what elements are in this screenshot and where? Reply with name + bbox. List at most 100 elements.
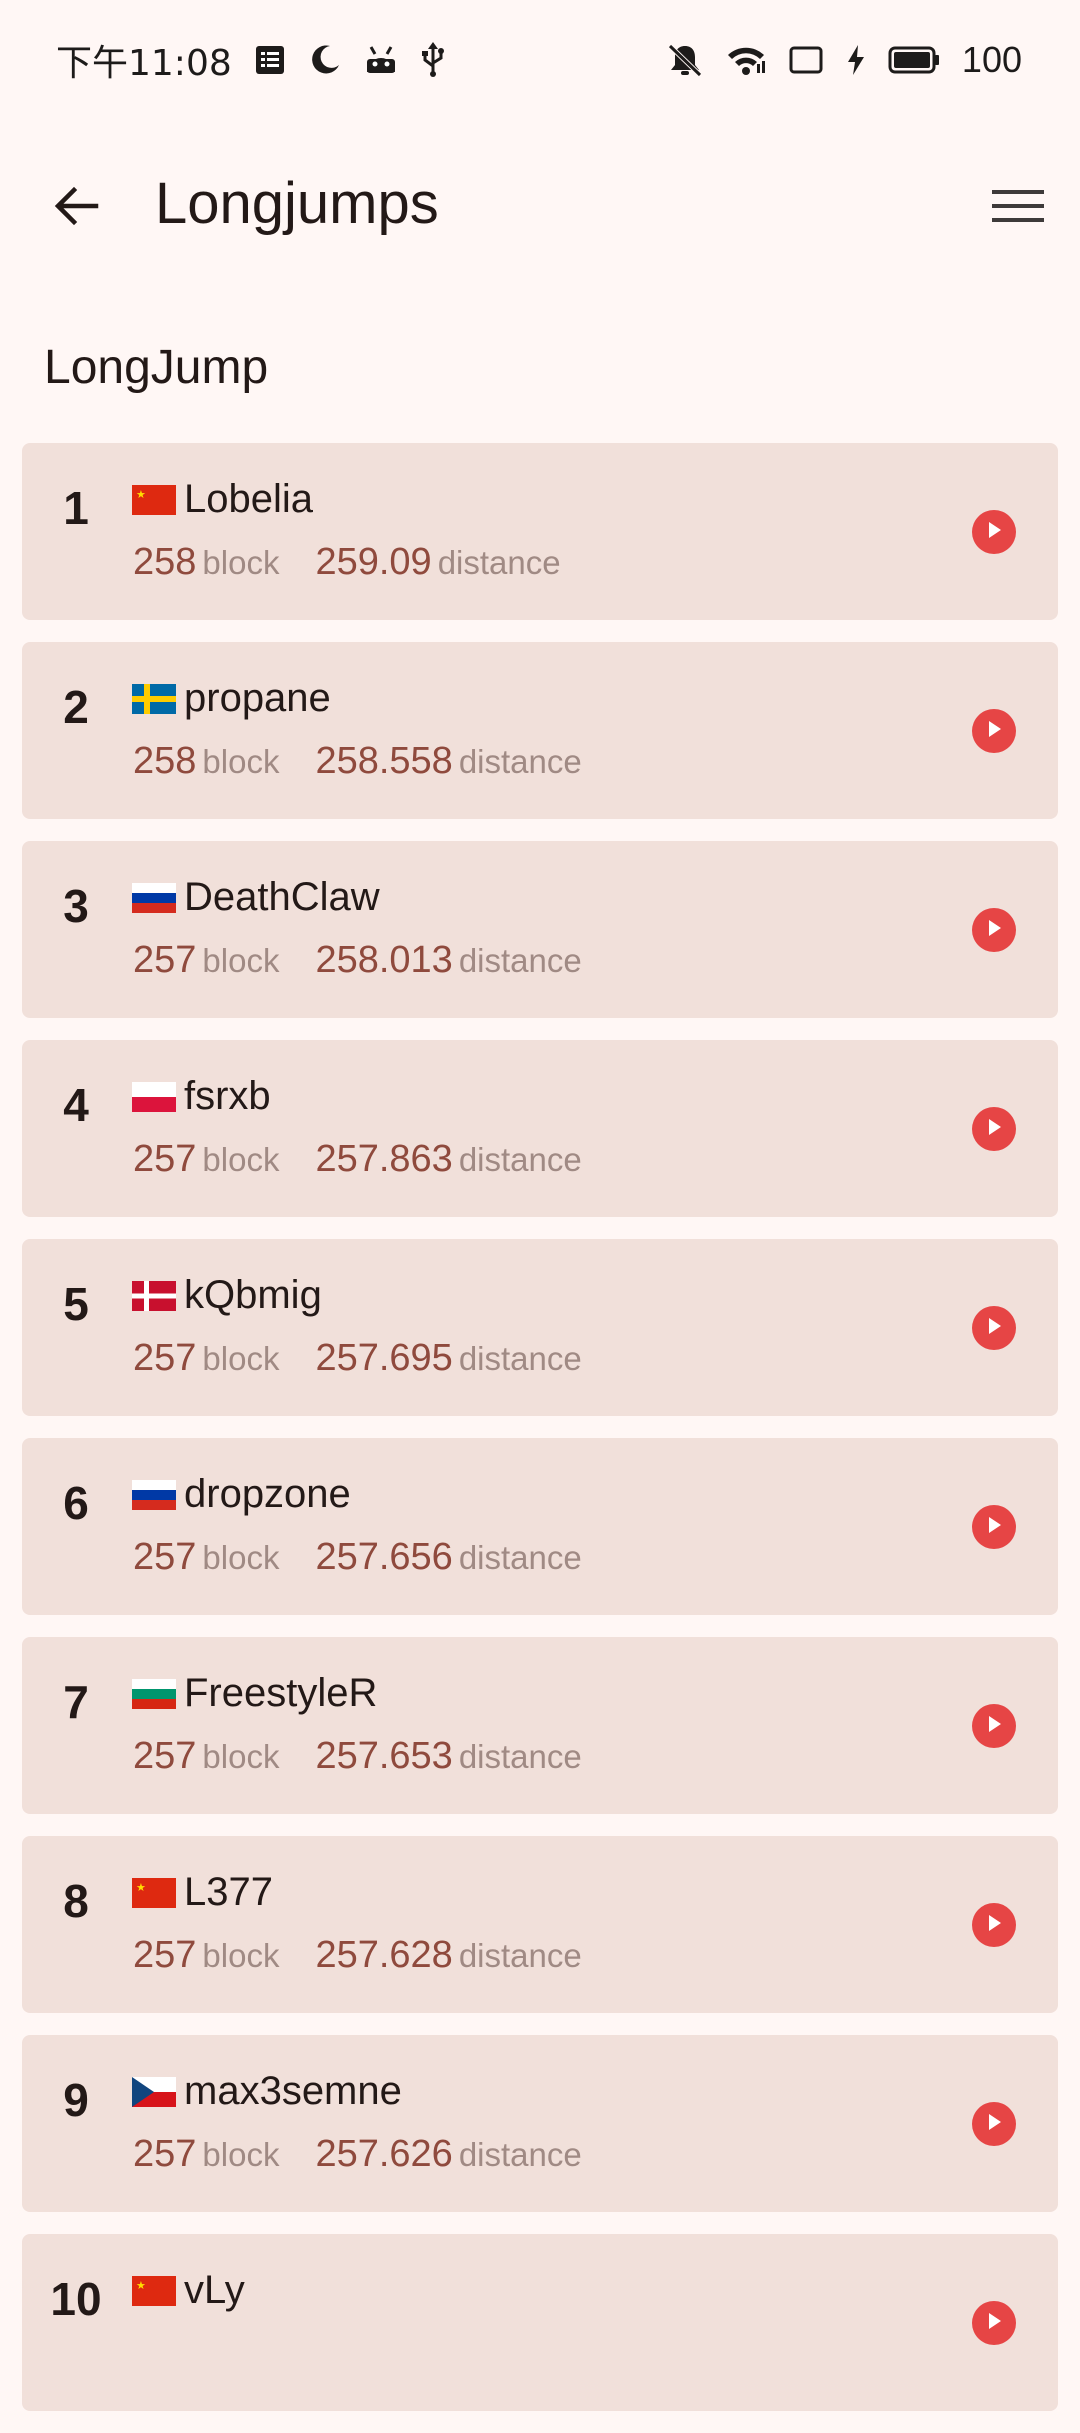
list-item[interactable]: 7 FreestyleR 257 block 257.653 distance (22, 1637, 1058, 1814)
rank: 2 (63, 681, 89, 733)
list-item[interactable]: 5 kQbmig 257 block 257.695 distance (22, 1239, 1058, 1416)
distance-label: distance (458, 2136, 582, 2173)
stats: 257 block 258.013 distance (133, 939, 582, 982)
flag-se-icon (132, 684, 176, 714)
stats: 257 block 257.863 distance (133, 1138, 582, 1181)
play-button[interactable] (972, 709, 1016, 753)
flag-cn-icon: ★ (132, 2276, 176, 2306)
rank: 8 (63, 1875, 89, 1927)
mute-icon (666, 42, 704, 78)
player-name: FreestyleR (184, 1671, 378, 1715)
play-icon (986, 2113, 1002, 2136)
flag-bg-icon (132, 1679, 176, 1709)
block-label: block (202, 743, 280, 780)
block-label: block (202, 1141, 280, 1178)
arrow-left-icon (52, 182, 100, 235)
wifi-icon (726, 44, 766, 76)
list-item[interactable]: 4 fsrxb 257 block 257.863 distance (22, 1040, 1058, 1217)
svg-text:★: ★ (136, 1881, 146, 1894)
play-icon (986, 1914, 1002, 1937)
stats: 257 block 257.656 distance (133, 1536, 582, 1579)
flag-ru-icon (132, 1480, 176, 1510)
moon-icon (308, 43, 342, 77)
app-bar: Longjumps (0, 150, 1080, 266)
android-icon (364, 45, 398, 75)
list-item[interactable]: 3 DeathClaw 257 block 258.013 distance (22, 841, 1058, 1018)
play-button[interactable] (972, 1903, 1016, 1947)
distance-label: distance (458, 1539, 582, 1576)
charging-icon (846, 44, 866, 76)
flag-cn-icon: ★ (132, 485, 176, 515)
rank: 9 (63, 2074, 89, 2126)
stats: 257 block 257.628 distance (133, 1934, 582, 1977)
distance-label: distance (458, 1340, 582, 1377)
distance-label: distance (437, 544, 561, 581)
player-name: DeathClaw (184, 875, 380, 919)
block-value: 257 (133, 1337, 197, 1379)
play-button[interactable] (972, 2102, 1016, 2146)
block-label: block (202, 544, 280, 581)
block-value: 257 (133, 2133, 197, 2175)
menu-icon (992, 186, 1044, 231)
rank: 4 (63, 1079, 89, 1131)
status-time: 下午11:08 (56, 43, 232, 84)
distance-value: 258.558 (315, 740, 453, 782)
block-value: 257 (133, 1735, 197, 1777)
play-button[interactable] (972, 908, 1016, 952)
block-value: 257 (133, 1536, 197, 1578)
player-name: max3semne (184, 2069, 402, 2113)
stats: 258 block 258.558 distance (133, 740, 582, 783)
back-button[interactable] (44, 176, 108, 240)
page-title: Longjumps (155, 171, 439, 236)
distance-value: 257.656 (315, 1536, 453, 1578)
list-item[interactable]: 9 max3semne 257 block 257.626 distance (22, 2035, 1058, 2212)
distance-value: 257.863 (315, 1138, 453, 1180)
leaderboard-list: 1 ★ Lobelia 258 block 259.09 distance 2 … (22, 443, 1058, 2433)
block-label: block (202, 1340, 280, 1377)
menu-button[interactable] (986, 176, 1050, 240)
stats: 257 block 257.695 distance (133, 1337, 582, 1380)
play-button[interactable] (972, 1704, 1016, 1748)
player-name: fsrxb (184, 1074, 271, 1118)
flag-dk-icon (132, 1281, 176, 1311)
block-label: block (202, 1539, 280, 1576)
play-button[interactable] (972, 1107, 1016, 1151)
rank: 7 (63, 1676, 89, 1728)
distance-value: 259.09 (315, 541, 432, 583)
stats: 257 block 257.653 distance (133, 1735, 582, 1778)
play-icon (986, 720, 1002, 743)
flag-cn-icon: ★ (132, 1878, 176, 1908)
rank: 3 (63, 880, 89, 932)
list-item[interactable]: 1 ★ Lobelia 258 block 259.09 distance (22, 443, 1058, 620)
rank: 5 (63, 1278, 89, 1330)
flag-pl-icon (132, 1082, 176, 1112)
distance-label: distance (458, 1141, 582, 1178)
distance-value: 258.013 (315, 939, 453, 981)
list-item[interactable]: 8 ★ L377 257 block 257.628 distance (22, 1836, 1058, 2013)
list-item[interactable]: 2 propane 258 block 258.558 distance (22, 642, 1058, 819)
flag-ru-icon (132, 883, 176, 913)
block-value: 257 (133, 1138, 197, 1180)
block-value: 258 (133, 740, 197, 782)
rank: 10 (50, 2273, 102, 2325)
block-label: block (202, 1738, 280, 1775)
block-value: 257 (133, 939, 197, 981)
distance-value: 257.628 (315, 1934, 453, 1976)
stats: 257 block 257.626 distance (133, 2133, 582, 2176)
battery-icon (888, 46, 940, 74)
distance-label: distance (458, 1738, 582, 1775)
usb-icon (420, 42, 446, 78)
distance-value: 257.653 (315, 1735, 453, 1777)
distance-label: distance (458, 743, 582, 780)
list-item[interactable]: 6 dropzone 257 block 257.656 distance (22, 1438, 1058, 1615)
list-item[interactable]: 10 ★ vLy (22, 2234, 1058, 2411)
play-button[interactable] (972, 2301, 1016, 2345)
play-icon (986, 1516, 1002, 1539)
play-button[interactable] (972, 1505, 1016, 1549)
play-button[interactable] (972, 510, 1016, 554)
player-name: L377 (184, 1870, 273, 1914)
player-name: vLy (184, 2268, 245, 2312)
cast-icon (788, 45, 824, 75)
play-button[interactable] (972, 1306, 1016, 1350)
play-icon (986, 1715, 1002, 1738)
